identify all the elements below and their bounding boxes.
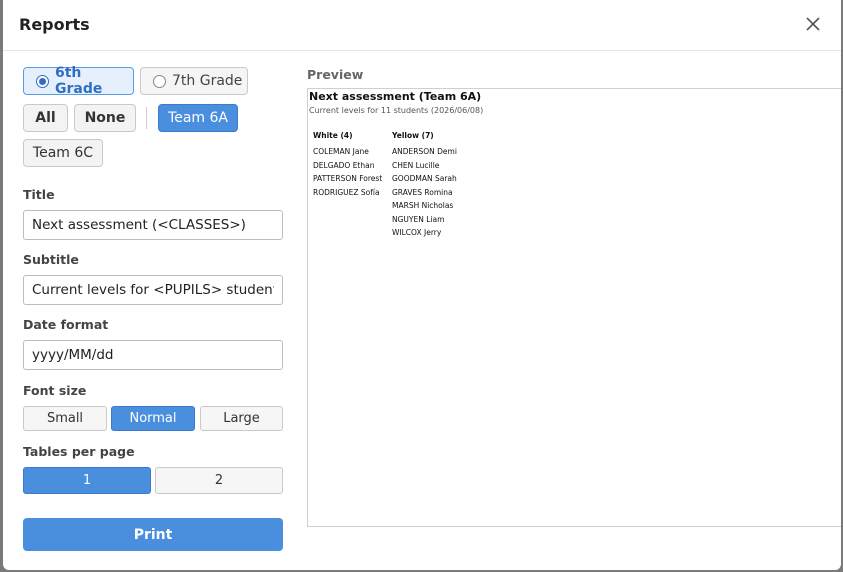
student-name: NGUYEN Liam bbox=[392, 214, 445, 224]
reports-dialog: Reports 6th Grade 7th Grade All None Tea… bbox=[3, 0, 841, 570]
font-size-label: Font size bbox=[23, 383, 87, 398]
student-name: GRAVES Romina bbox=[392, 187, 453, 197]
preview-column-white: White (4) COLEMAN Jane DELGADO Ethan PAT… bbox=[313, 131, 382, 199]
student-name: MARSH Nicholas bbox=[392, 201, 454, 210]
student-name: RODRIGUEZ Sofía bbox=[313, 187, 380, 197]
student-name: GOODMAN Sarah bbox=[392, 174, 457, 183]
dialog-header: Reports bbox=[3, 0, 841, 51]
title-input[interactable] bbox=[23, 210, 283, 240]
grade-option-6th[interactable]: 6th Grade bbox=[23, 65, 134, 97]
close-icon[interactable] bbox=[804, 15, 822, 33]
team-6c-toggle[interactable]: Team 6C bbox=[23, 139, 103, 167]
grade-option-label: 7th Grade bbox=[172, 73, 243, 89]
student-name: DELGADO Ethan bbox=[313, 160, 375, 170]
radio-selected-icon bbox=[36, 74, 49, 88]
preview-column-yellow: Yellow (7) ANDERSON Demi CHEN Lucille GO… bbox=[392, 131, 457, 240]
tables-per-page-2-button[interactable]: 2 bbox=[155, 467, 283, 494]
font-size-normal-button[interactable]: Normal bbox=[111, 406, 195, 431]
title-label: Title bbox=[23, 187, 55, 202]
divider bbox=[146, 107, 147, 129]
grade-option-7th[interactable]: 7th Grade bbox=[140, 67, 248, 95]
student-name: COLEMAN Jane bbox=[313, 147, 369, 156]
subtitle-input[interactable] bbox=[23, 275, 283, 305]
date-format-input[interactable] bbox=[23, 340, 283, 370]
date-format-label: Date format bbox=[23, 317, 109, 332]
radio-unselected-icon bbox=[153, 74, 166, 88]
preview-subtitle: Current levels for 11 students (2026/06/… bbox=[309, 106, 484, 115]
student-name: WILCOX Jerry bbox=[392, 228, 442, 237]
select-all-button[interactable]: All bbox=[23, 104, 68, 132]
dialog-title: Reports bbox=[19, 15, 90, 34]
column-header: White (4) bbox=[313, 131, 353, 140]
preview-label: Preview bbox=[307, 67, 364, 82]
preview-title: Next assessment (Team 6A) bbox=[309, 90, 482, 103]
tables-per-page-1-button[interactable]: 1 bbox=[23, 467, 151, 494]
student-name: CHEN Lucille bbox=[392, 160, 440, 170]
team-6a-toggle[interactable]: Team 6A bbox=[158, 104, 238, 132]
font-size-small-button[interactable]: Small bbox=[23, 406, 107, 431]
grade-option-label: 6th Grade bbox=[55, 65, 103, 97]
student-name: ANDERSON Demi bbox=[392, 147, 457, 156]
student-name: PATTERSON Forest bbox=[313, 174, 383, 183]
tables-per-page-label: Tables per page bbox=[23, 444, 135, 459]
print-button[interactable]: Print bbox=[23, 518, 283, 551]
subtitle-label: Subtitle bbox=[23, 252, 79, 267]
preview-panel: Next assessment (Team 6A) Current levels… bbox=[307, 88, 841, 527]
font-size-large-button[interactable]: Large bbox=[200, 406, 283, 431]
column-header: Yellow (7) bbox=[392, 131, 434, 140]
select-none-button[interactable]: None bbox=[74, 104, 136, 132]
